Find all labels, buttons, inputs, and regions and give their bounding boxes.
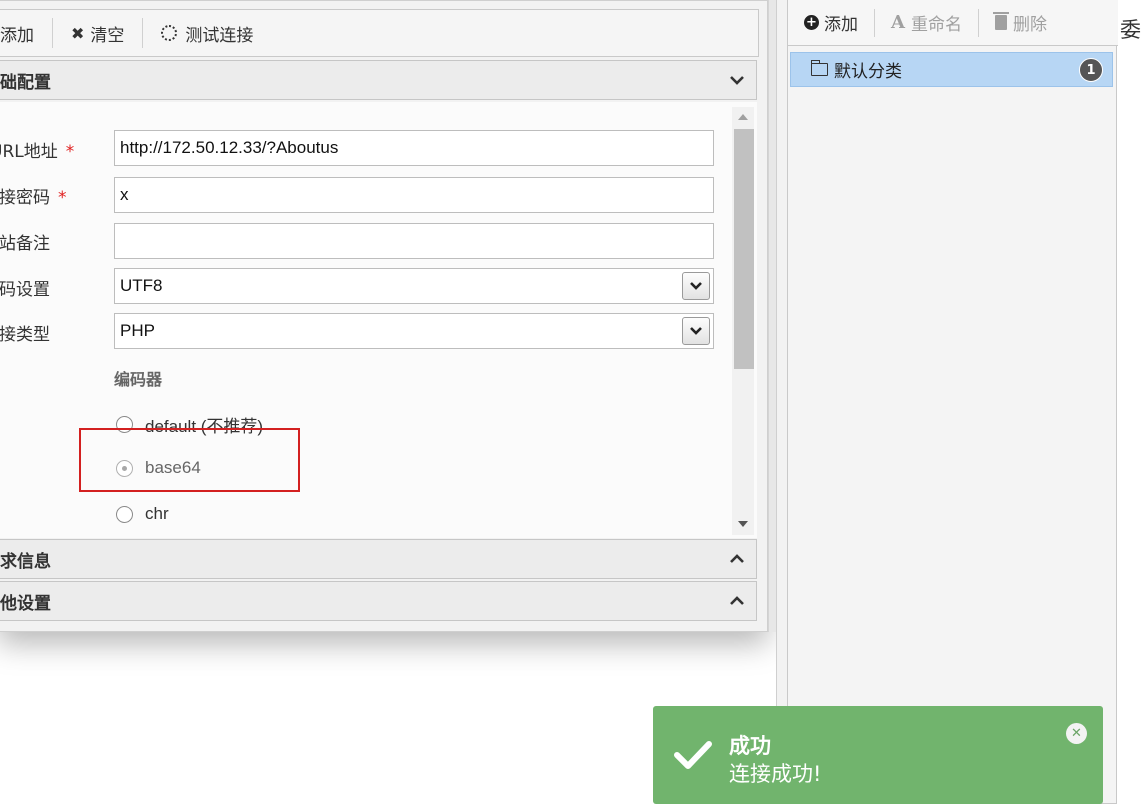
category-rename-button[interactable]: A 重命名 [875, 0, 978, 45]
section-other-title: 其他设置 [0, 593, 51, 614]
clear-button[interactable]: ✖ 清空 [53, 10, 142, 56]
basic-config-form: URL地址 * http://172.50.12.33/?Aboutus 连接密码… [0, 102, 757, 538]
category-delete-label: 删除 [1012, 15, 1047, 35]
category-count-badge: 1 [1079, 58, 1103, 82]
password-label: 连接密码 * [0, 183, 67, 208]
encoding-label-text: 编码设置 [0, 280, 50, 300]
toast-title: 成功 [729, 734, 771, 758]
radio-button[interactable] [116, 505, 133, 523]
annotation-highlight-box [79, 428, 300, 492]
shell-config-dialog: 添加 ✖ 清空 测试连接 基础配置 URL地址 * http://172.50.1… [0, 0, 768, 632]
category-add-button[interactable]: + 添加 [788, 0, 874, 45]
section-request-info[interactable]: 请求信息 [0, 539, 757, 579]
url-input[interactable]: http://172.50.12.33/?Aboutus [114, 130, 714, 166]
test-connection-button[interactable]: 测试连接 [143, 10, 271, 56]
chevron-down-icon[interactable] [682, 272, 710, 300]
chevron-up-icon [728, 592, 746, 610]
close-icon[interactable]: ✕ [1066, 723, 1087, 744]
category-item-label: 默认分类 [834, 62, 902, 82]
note-label-text: 网站备注 [0, 234, 50, 254]
chevron-down-icon[interactable] [682, 317, 710, 345]
url-label: URL地址 * [0, 137, 74, 162]
encoder-title: 编码器 [114, 370, 163, 389]
add-button[interactable]: 添加 [0, 10, 52, 56]
type-label: 连接类型 [0, 320, 50, 345]
category-panel-inner: + 添加 A 重命名 删除 默认分类 1 [787, 0, 1118, 804]
clear-button-label: 清空 [90, 25, 125, 46]
encoding-select-value: UTF8 [120, 276, 163, 295]
scroll-down-arrow-icon[interactable] [732, 516, 754, 532]
note-input[interactable] [114, 223, 714, 259]
encoding-label: 编码设置 [0, 275, 50, 300]
toast-message: 连接成功! [729, 762, 822, 786]
section-basic-config[interactable]: 基础配置 [0, 60, 757, 100]
note-label: 网站备注 [0, 229, 50, 254]
category-item-default[interactable]: 默认分类 1 [790, 52, 1113, 87]
section-request-title: 请求信息 [0, 551, 51, 572]
encoder-option-chr[interactable]: chr [116, 504, 169, 524]
encoder-option-label: chr [145, 504, 169, 523]
form-scrollbar[interactable] [732, 107, 754, 535]
type-select[interactable]: PHP [114, 313, 714, 349]
type-label-text: 连接类型 [0, 325, 50, 345]
category-rename-label: 重命名 [910, 15, 962, 35]
section-other-settings[interactable]: 其他设置 [0, 581, 757, 621]
dialog-toolbar: 添加 ✖ 清空 测试连接 [0, 9, 759, 57]
add-button-label: 添加 [0, 25, 34, 46]
trash-icon [992, 12, 1009, 30]
scroll-thumb[interactable] [734, 129, 754, 369]
url-label-text: URL地址 [0, 142, 58, 162]
folder-icon [810, 60, 828, 76]
scroll-up-arrow-icon[interactable] [732, 109, 754, 125]
font-icon: A [891, 12, 905, 33]
section-basic-title: 基础配置 [0, 72, 51, 93]
chevron-down-icon [728, 71, 746, 89]
dialog-right-edge [768, 0, 776, 632]
type-select-value: PHP [120, 321, 155, 340]
category-toolbar: + 添加 A 重命名 删除 [788, 0, 1118, 46]
test-connection-label: 测试连接 [185, 25, 254, 46]
chevron-up-icon [728, 550, 746, 568]
required-mark: * [58, 188, 67, 208]
encoding-select[interactable]: UTF8 [114, 268, 714, 304]
url-input-value: http://172.50.12.33/?Aboutus [120, 138, 339, 157]
category-delete-button[interactable]: 删除 [979, 0, 1063, 45]
password-input[interactable]: x [114, 177, 714, 213]
required-mark: * [65, 142, 75, 162]
plus-circle-icon: + [804, 15, 819, 30]
success-toast: 成功 连接成功! ✕ [653, 706, 1103, 804]
check-icon [674, 741, 712, 769]
category-panel: + 添加 A 重命名 删除 默认分类 1 [776, 0, 1118, 804]
spinner-icon [161, 25, 178, 41]
category-add-label: 添加 [824, 15, 858, 35]
password-label-text: 连接密码 [0, 188, 50, 208]
times-icon: ✖ [71, 23, 85, 43]
password-input-value: x [120, 185, 129, 204]
cut-off-text: 委 [1120, 18, 1141, 42]
